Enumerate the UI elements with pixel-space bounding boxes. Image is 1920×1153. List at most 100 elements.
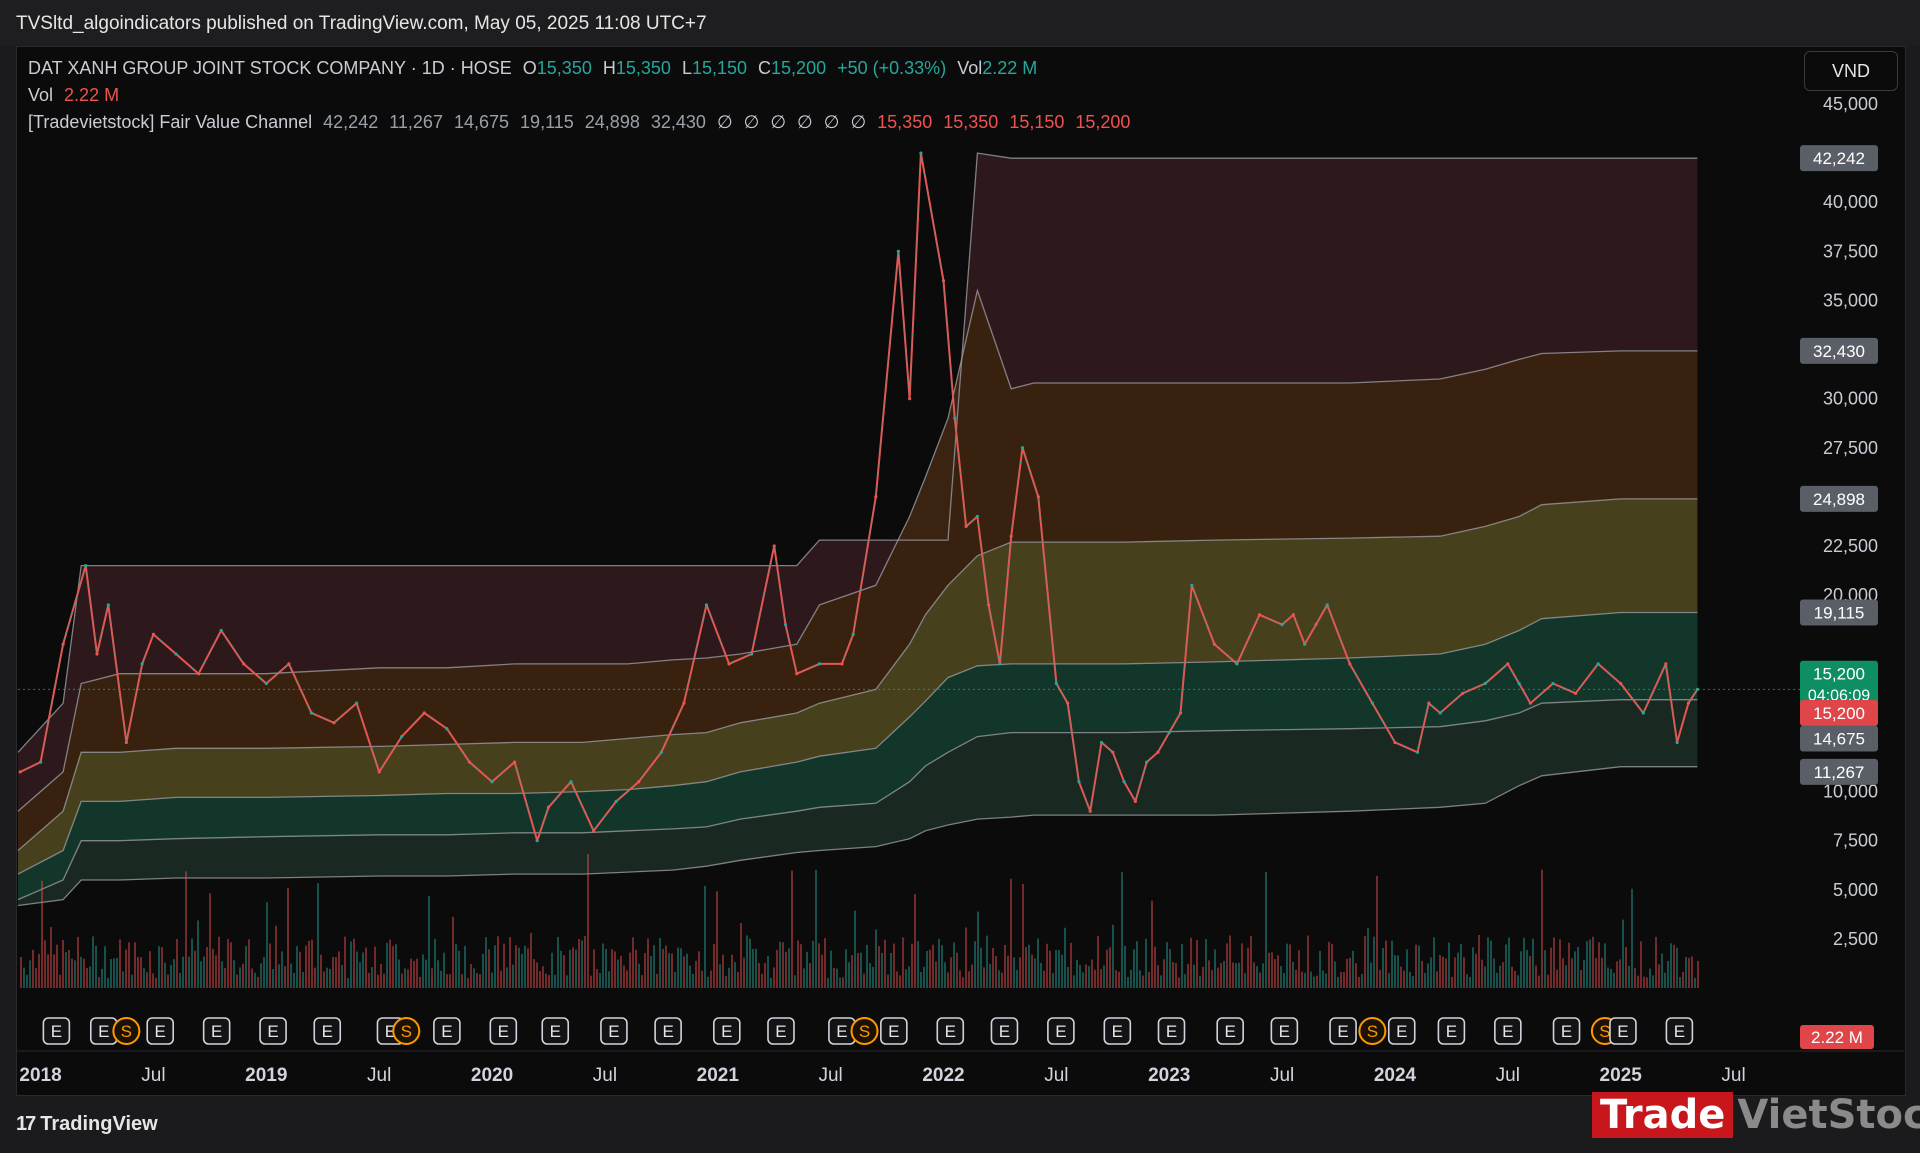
- volume-bar: [302, 972, 304, 988]
- price-point: [896, 249, 900, 253]
- volume-bar: [1070, 942, 1072, 988]
- volume-bar: [578, 939, 580, 988]
- volume-bar: [566, 975, 568, 988]
- volume-bar: [1055, 950, 1057, 988]
- volume-bar: [641, 975, 643, 988]
- volume-bar: [1004, 944, 1006, 988]
- volume-bar: [482, 953, 484, 988]
- volume-bar: [845, 949, 847, 988]
- volume-bar: [434, 939, 436, 988]
- volume-bar: [1382, 947, 1384, 988]
- volume-bar: [698, 951, 700, 988]
- volume-bar: [1331, 943, 1333, 988]
- volume-bar: [497, 936, 499, 988]
- price-point: [467, 760, 472, 764]
- price-point: [908, 397, 912, 401]
- volume-bar: [197, 920, 199, 988]
- volume-bar: [356, 951, 358, 988]
- price-chart[interactable]: 45,000 40,000 37,500 35,000 30,000 27,500 22,5…: [0, 0, 1920, 1096]
- volume-bar: [911, 943, 913, 988]
- volume-bar: [1238, 962, 1240, 988]
- volume-bar: [95, 945, 97, 988]
- volume-bar: [779, 941, 781, 988]
- price-point: [1036, 495, 1040, 499]
- volume-bar: [1289, 944, 1291, 988]
- volume-bar: [1079, 964, 1081, 988]
- indicator-value: 24,898: [584, 112, 640, 132]
- volume-bar: [1550, 947, 1552, 988]
- volume-bar: [740, 922, 742, 988]
- price-point: [174, 652, 178, 656]
- volume-bar: [785, 951, 787, 988]
- volume-bar: [1472, 947, 1474, 988]
- volume-bar: [86, 967, 88, 988]
- volume-bar: [836, 968, 838, 988]
- volume-bar: [512, 964, 514, 988]
- price-point: [964, 524, 968, 528]
- volume-bar: [362, 952, 364, 988]
- price-point: [1235, 662, 1239, 666]
- volume-bar: [1556, 969, 1558, 988]
- volume-bar: [1367, 928, 1369, 988]
- volume-bar: [815, 869, 817, 988]
- volume-bar: [755, 948, 757, 988]
- symbol-title[interactable]: DAT XANH GROUP JOINT STOCK COMPANY · 1D …: [28, 58, 512, 78]
- price-label: 42,242: [1813, 149, 1865, 168]
- currency-button[interactable]: VND: [1804, 51, 1898, 91]
- volume-bar: [146, 972, 148, 988]
- indicator-name[interactable]: [Tradevietstock] Fair Value Channel: [28, 112, 312, 132]
- volume-bar: [1487, 937, 1489, 988]
- volume-bar: [1523, 937, 1525, 988]
- volume-bar: [1562, 958, 1564, 988]
- volume-bar: [209, 893, 211, 988]
- low-label: L: [681, 58, 692, 78]
- volume-bar: [1571, 958, 1573, 988]
- y-axis-tick: 30,000: [1823, 389, 1878, 409]
- volume-bar: [998, 970, 1000, 988]
- volume-bar: [299, 951, 301, 988]
- vol-label: Vol: [957, 58, 983, 78]
- change-value: +50 (+0.33%): [837, 58, 947, 78]
- volume-bar: [1025, 947, 1027, 988]
- price-point: [1506, 662, 1510, 666]
- volume-bar: [1526, 949, 1528, 988]
- volume-bar: [929, 949, 931, 988]
- x-axis-tick: 2021: [697, 1065, 740, 1086]
- indicator-empty: ∅: [770, 112, 787, 132]
- volume-bar: [1517, 975, 1519, 988]
- volume-bar: [227, 938, 229, 988]
- volume-bar: [191, 938, 193, 988]
- volume-bar: [1628, 965, 1630, 988]
- volume-bar: [509, 937, 511, 988]
- volume-bar: [23, 967, 25, 988]
- volume-bar: [188, 956, 190, 988]
- volume-bar: [656, 973, 658, 988]
- price-point: [1675, 740, 1679, 745]
- volume-bar: [758, 963, 760, 988]
- volume-bar: [704, 885, 706, 988]
- volume-bar: [443, 952, 445, 988]
- price-point: [309, 711, 314, 715]
- volume-bar: [902, 937, 904, 988]
- earnings-event-label: E: [98, 1022, 109, 1041]
- volume-bar: [1484, 966, 1486, 988]
- volume-bar: [32, 949, 34, 988]
- volume-bar: [917, 941, 919, 988]
- volume-bar: [1433, 937, 1435, 988]
- volume-bar: [185, 871, 187, 988]
- price-point: [1619, 681, 1623, 686]
- volume-bar: [1592, 936, 1594, 988]
- price-point: [1325, 603, 1329, 607]
- volume-bar: [1253, 962, 1255, 988]
- volume-bar: [1442, 956, 1444, 988]
- price-point: [592, 829, 596, 833]
- volume-bar: [1673, 944, 1675, 988]
- volume-row-label[interactable]: Vol: [28, 85, 53, 105]
- indicator-value: 32,430: [650, 112, 706, 132]
- volume-bar: [1682, 971, 1684, 988]
- volume-bar: [269, 943, 271, 988]
- volume-bar: [674, 972, 676, 988]
- tradingview-logo[interactable]: 17 TradingView: [16, 1113, 158, 1136]
- volume-bar: [863, 973, 865, 988]
- price-point: [61, 642, 65, 646]
